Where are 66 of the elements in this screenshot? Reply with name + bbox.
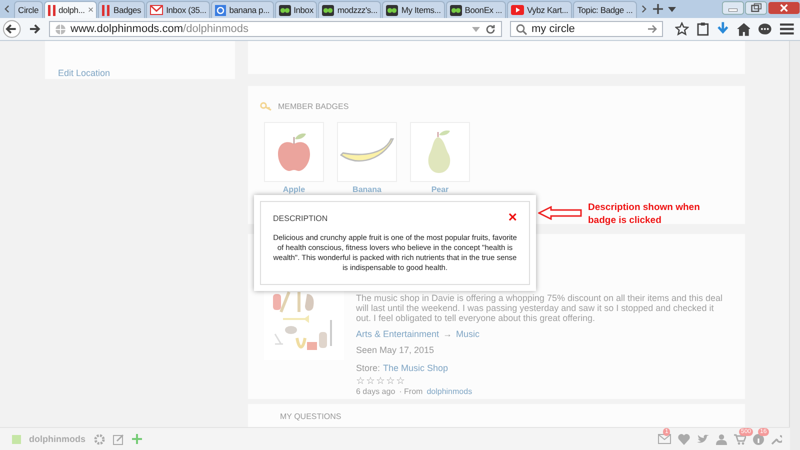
annotation-note: Description shown when badge is clicked — [588, 201, 701, 227]
browser-tab[interactable]: BoonEx ... — [446, 1, 506, 18]
browser-tab[interactable]: Inbox (35... — [146, 1, 210, 18]
bars-icon — [102, 4, 110, 16]
scrollbar[interactable] — [789, 41, 800, 450]
mail-icon[interactable] — [658, 434, 671, 444]
reload-icon[interactable] — [484, 24, 496, 34]
store-label: Store: — [356, 363, 380, 373]
questions-heading: MY QUESTIONS — [280, 412, 342, 421]
popup-title: DESCRIPTION — [273, 214, 328, 222]
forward-icon[interactable] — [28, 23, 41, 35]
bars-icon — [48, 4, 56, 16]
browser-tab[interactable]: Circle — [14, 1, 43, 18]
category-separator: → — [443, 329, 452, 339]
browser-tab[interactable]: Vybz Kart... — [507, 1, 572, 18]
browser-tab[interactable]: Badges — [98, 1, 146, 18]
info-icon[interactable] — [753, 434, 764, 444]
address-field[interactable]: www.dolphinmods.com/dolphinmods — [48, 21, 502, 37]
clipboard-icon[interactable] — [697, 22, 709, 36]
close-window-icon[interactable] — [768, 0, 800, 16]
browser-tab[interactable]: banana p... — [211, 1, 274, 18]
apple-drawing — [277, 132, 311, 172]
add-icon[interactable] — [132, 434, 142, 444]
menu-icon[interactable] — [780, 23, 794, 35]
heart-icon[interactable] — [678, 434, 690, 444]
user-square-icon — [12, 434, 21, 444]
download-icon[interactable] — [716, 22, 729, 36]
chat-bubble-icon[interactable] — [758, 22, 772, 36]
badge-tile[interactable] — [264, 122, 324, 182]
tab-scroll-right-icon[interactable] — [640, 4, 648, 14]
bird-icon[interactable] — [697, 434, 709, 444]
tab-scroll-left-icon[interactable] — [3, 4, 11, 14]
bookmark-star-icon[interactable] — [675, 22, 690, 36]
post-age: 6 days ago — [356, 387, 396, 396]
badge-tile[interactable] — [410, 122, 470, 182]
globe-icon — [54, 24, 66, 34]
from-label: · From — [399, 387, 423, 396]
close-icon[interactable]: × — [508, 213, 517, 223]
back-icon[interactable] — [3, 20, 21, 38]
browser-tab[interactable]: My Items... — [382, 1, 445, 18]
deal-description: The music shop in Davie is offering a whopping 75% discount on all their items and this deal will last until the weekend. I was passing yesterday and saw it so I stopped and checked it out. I feel obligated to tell everyone about this great offering. — [356, 293, 724, 323]
tab-list-icon[interactable] — [668, 6, 676, 12]
cart-icon[interactable] — [734, 434, 746, 444]
browser-tab[interactable]: dolph... × — [44, 1, 98, 18]
search-icon — [516, 24, 527, 34]
dropdown-icon[interactable] — [472, 26, 480, 32]
person-icon[interactable] — [716, 434, 727, 444]
mail-icon — [150, 5, 164, 15]
key-icon — [260, 102, 272, 111]
search-field[interactable]: my circle — [510, 21, 664, 37]
minimize-icon[interactable] — [722, 0, 744, 16]
restore-icon[interactable] — [745, 0, 767, 16]
browser-tab[interactable]: Topic: Badge ... — [573, 1, 637, 18]
seen-date: Seen May 17, 2015 — [356, 345, 436, 355]
annotation-arrow-icon — [538, 206, 582, 220]
edit-icon[interactable] — [112, 434, 124, 444]
new-tab-icon[interactable] — [652, 4, 663, 14]
badge-tile[interactable] — [337, 122, 397, 182]
settings-icon[interactable] — [94, 434, 104, 444]
browser-tab[interactable]: Inbox — [274, 1, 318, 18]
badges-heading: MEMBER BADGES — [278, 102, 349, 111]
go-arrow-icon[interactable] — [647, 24, 658, 34]
video-icon — [511, 5, 524, 15]
home-icon[interactable] — [736, 22, 750, 36]
browser-tab[interactable]: modzzz's... — [318, 1, 382, 18]
close-tab-icon[interactable]: × — [88, 4, 94, 16]
